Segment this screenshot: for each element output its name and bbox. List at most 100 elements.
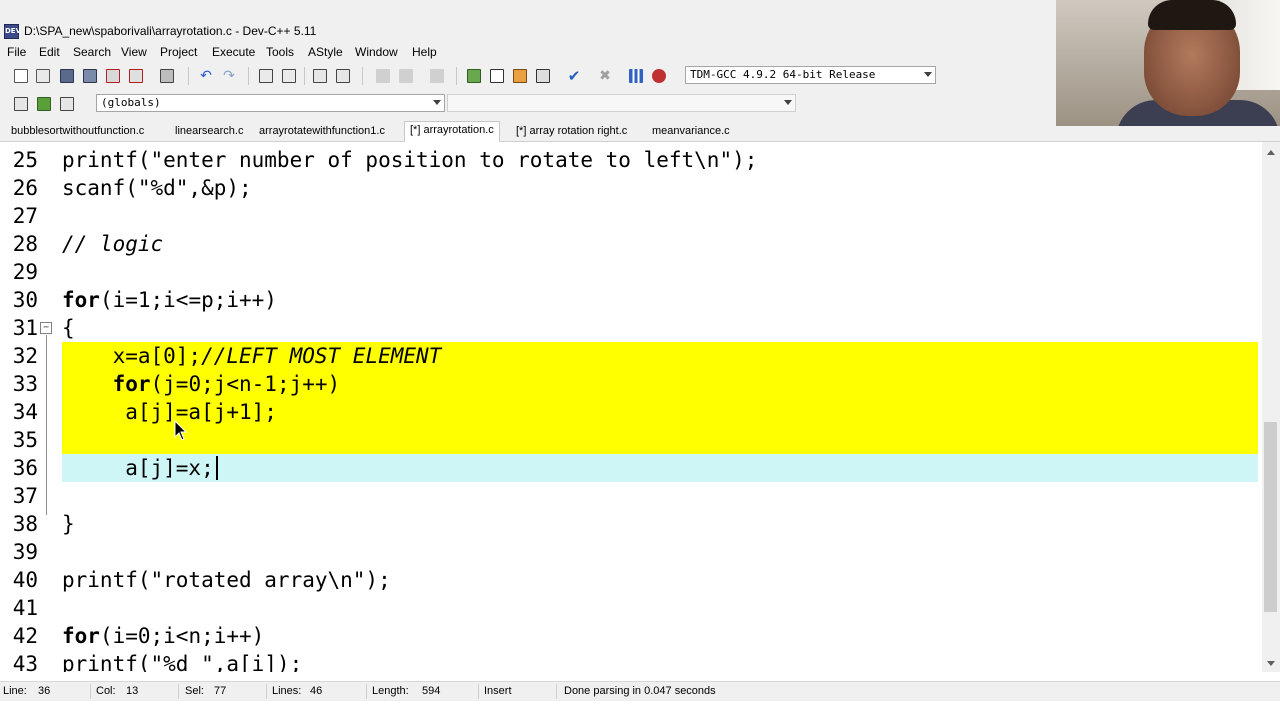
chevron-down-icon (784, 100, 792, 105)
status-length-label: Length: (372, 685, 409, 697)
scroll-down-icon[interactable] (1267, 661, 1275, 666)
unindent-icon[interactable] (334, 67, 352, 85)
menu-project[interactable]: Project (160, 45, 197, 59)
line-number: 36 (12, 456, 38, 480)
code-line: 32 x=a[0];//LEFT MOST ELEMENT (0, 342, 1262, 370)
menu-window[interactable]: Window (355, 45, 398, 59)
new-file-icon[interactable] (12, 67, 30, 85)
code-text: for(j=0;j<n-1;j++) (112, 372, 341, 396)
status-col-label: Col: (96, 685, 116, 697)
tab-arrayrotatewithfunction1[interactable]: arrayrotatewithfunction1.c (254, 123, 390, 141)
compiler-select[interactable]: TDM-GCC 4.9.2 64-bit Release (685, 66, 936, 84)
webcam-person-hair (1148, 0, 1236, 30)
code-line: 37 (0, 482, 1262, 510)
open-file-icon[interactable] (34, 67, 52, 85)
line-number: 41 (12, 596, 38, 620)
line-number: 38 (12, 512, 38, 536)
back-icon[interactable] (374, 67, 392, 85)
window-title: D:\SPA_new\spaborivali\arrayrotation.c -… (24, 24, 317, 38)
toolbar-separator (248, 67, 249, 85)
status-insert-mode: Insert (484, 685, 512, 697)
code-text: { (62, 316, 75, 340)
scrollbar-thumb[interactable] (1264, 422, 1277, 612)
status-separator (556, 684, 557, 699)
code-line: 42 for(i=0;i<n;i++) (0, 622, 1262, 650)
menu-search[interactable]: Search (73, 45, 111, 59)
undo-icon[interactable]: ↶ (197, 67, 215, 85)
chevron-down-icon (433, 100, 441, 105)
tab-meanvariance[interactable]: meanvariance.c (647, 123, 735, 141)
menu-edit[interactable]: Edit (39, 45, 60, 59)
menu-execute[interactable]: Execute (212, 45, 255, 59)
print-icon[interactable] (158, 67, 176, 85)
status-sel-value: 77 (214, 685, 227, 697)
line-number: 30 (12, 288, 38, 312)
tab-arrayrotation[interactable]: [*] arrayrotation.c (404, 121, 500, 142)
save-all-icon[interactable] (81, 67, 99, 85)
code-line: 40 printf("rotated array\n"); (0, 566, 1262, 594)
chart-icon[interactable] (627, 67, 645, 85)
status-message: Done parsing in 0.047 seconds (564, 685, 716, 697)
code-editor[interactable]: − 25 printf("enter number of position to … (0, 142, 1262, 672)
code-line: 36 a[j]=x; (0, 454, 1262, 482)
tab-linearsearch[interactable]: linearsearch.c (170, 123, 248, 141)
line-number: 25 (12, 148, 38, 172)
status-bar: Line: 36 Col: 13 Sel: 77 Lines: 46 Lengt… (0, 681, 1280, 701)
line-number: 31 (12, 316, 38, 340)
vertical-scrollbar[interactable] (1262, 142, 1280, 672)
forward-icon[interactable] (397, 67, 415, 85)
devcpp-app-icon[interactable]: DEV (4, 24, 21, 39)
grid-icon[interactable] (534, 67, 552, 85)
line-number: 33 (12, 372, 38, 396)
find-icon[interactable] (257, 67, 275, 85)
line-number: 42 (12, 624, 38, 648)
status-line-value: 36 (38, 685, 51, 697)
new-project-icon[interactable] (12, 95, 30, 113)
fullscreen-icon[interactable] (488, 67, 506, 85)
keyword-for: for (62, 624, 100, 648)
save-icon[interactable] (58, 67, 76, 85)
scroll-up-icon[interactable] (1267, 150, 1275, 155)
menu-tools[interactable]: Tools (266, 45, 294, 59)
remove-from-project-icon[interactable] (58, 95, 76, 113)
goto-icon[interactable] (428, 67, 446, 85)
code-text: printf("%d ",a[i]); (62, 652, 303, 672)
compiler-select-value: TDM-GCC 4.9.2 64-bit Release (690, 68, 876, 81)
code-line: 33 for(j=0;j<n-1;j++) (0, 370, 1262, 398)
code-text: printf("rotated array\n"); (62, 568, 391, 592)
code-text: a[j]=x; (62, 456, 214, 480)
check-syntax-icon[interactable]: ✔ (565, 67, 583, 85)
redo-icon[interactable]: ↷ (220, 67, 238, 85)
class-browser-icon[interactable] (511, 67, 529, 85)
scope-select[interactable]: (globals) (96, 94, 445, 112)
code-text: printf("enter number of position to rota… (62, 148, 758, 172)
status-separator (266, 684, 267, 699)
code-line: 27 (0, 202, 1262, 230)
close-file-icon[interactable] (104, 67, 122, 85)
menu-file[interactable]: File (7, 45, 26, 59)
status-separator (178, 684, 179, 699)
project-manager-icon[interactable] (465, 67, 483, 85)
function-select[interactable] (447, 94, 796, 112)
status-line-label: Line: (3, 685, 27, 697)
close-all-icon[interactable] (127, 67, 145, 85)
add-to-project-icon[interactable] (35, 95, 53, 113)
code-line: 31 { (0, 314, 1262, 342)
menu-view[interactable]: View (121, 45, 147, 59)
menu-help[interactable]: Help (412, 45, 437, 59)
line-number: 32 (12, 344, 38, 368)
debug-icon[interactable] (650, 67, 668, 85)
indent-icon[interactable] (311, 67, 329, 85)
code-text: x=a[0];//LEFT MOST ELEMENT (62, 344, 442, 368)
menu-astyle[interactable]: AStyle (308, 45, 343, 59)
stop-icon[interactable]: ✖ (596, 67, 614, 85)
status-separator (366, 684, 367, 699)
status-col-value: 13 (126, 685, 139, 697)
code-text: a[j]=a[j+1]; (62, 400, 277, 424)
status-lines-value: 46 (310, 685, 323, 697)
line-number: 37 (12, 484, 38, 508)
tab-array-rotation-right[interactable]: [*] array rotation right.c (511, 123, 632, 141)
tab-bubblesortwithoutfunction[interactable]: bubblesortwithoutfunction.c (6, 123, 149, 141)
replace-icon[interactable] (280, 67, 298, 85)
status-separator (90, 684, 91, 699)
